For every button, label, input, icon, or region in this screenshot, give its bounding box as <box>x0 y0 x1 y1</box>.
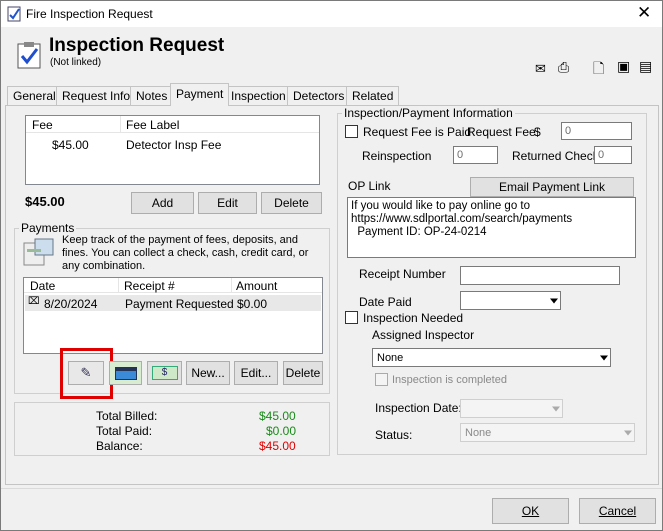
page-title: Inspection Request <box>49 35 225 56</box>
receipt-column-header[interactable]: Receipt # <box>124 279 175 293</box>
request-fee-input[interactable]: 0 <box>561 122 632 140</box>
inspection-completed-checkbox[interactable] <box>375 373 388 386</box>
inspection-needed-label: Inspection Needed <box>363 311 464 325</box>
reinspection-label: Reinspection <box>362 149 432 163</box>
tab-inspection[interactable]: Inspection <box>225 86 292 105</box>
save-icon[interactable]: ▣ <box>617 58 630 75</box>
date-column-header[interactable]: Date <box>30 279 55 293</box>
status-value: None <box>465 426 492 439</box>
cash-icon: $ <box>151 366 178 380</box>
totals-panel: Total Billed: $45.00 Total Paid: $0.00 B… <box>14 402 330 456</box>
new-document-icon[interactable]: 🗋 <box>593 58 604 82</box>
save-close-icon[interactable]: ▤ <box>639 58 652 75</box>
assigned-inspector-select[interactable]: None <box>372 348 611 367</box>
new-payment-button[interactable]: New... <box>186 361 230 385</box>
title-bar: Fire Inspection Request ✕ <box>1 1 662 27</box>
request-fee-label: Request Fee <box>467 125 536 139</box>
chevron-down-icon <box>552 406 560 411</box>
balance-label: Balance: <box>96 439 143 453</box>
fee-label-cell[interactable]: Detector Insp Fee <box>126 138 221 152</box>
reinspection-input[interactable]: 0 <box>453 146 498 164</box>
inspection-needed-checkbox[interactable] <box>345 311 358 324</box>
tab-general[interactable]: General <box>7 86 62 105</box>
tab-request-info[interactable]: Request Info <box>56 86 137 105</box>
receipt-number-label: Receipt Number <box>359 267 446 281</box>
chevron-down-icon <box>600 355 608 360</box>
inspection-completed-label: Inspection is completed <box>392 374 507 386</box>
date-paid-picker[interactable] <box>460 291 561 310</box>
returned-check-input[interactable]: 0 <box>594 146 632 164</box>
check-pencil-icon: ✎ <box>80 365 92 380</box>
payment-receipt-cell: Payment Requested <box>125 297 234 311</box>
total-billed-value: $45.00 <box>259 409 296 423</box>
ok-button[interactable]: OK <box>492 498 569 524</box>
fee-amount-cell[interactable]: $45.00 <box>52 138 89 152</box>
status-select[interactable]: None <box>460 423 635 442</box>
cash-payment-button[interactable]: $ <box>147 361 182 385</box>
payments-info-text: Keep track of the payment of fees, depos… <box>62 234 309 272</box>
footer-divider <box>1 488 662 489</box>
returned-check-label: Returned Check <box>512 149 599 163</box>
fees-list[interactable]: Fee Fee Label $45.00 Detector Insp Fee <box>25 115 320 185</box>
tab-notes[interactable]: Notes <box>130 86 174 105</box>
total-paid-value: $0.00 <box>266 424 297 438</box>
total-paid-label: Total Paid: <box>96 424 153 438</box>
credit-card-icon <box>114 366 137 380</box>
table-row[interactable]: ⌧ 8/20/2024 Payment Requested $0.00 <box>25 295 321 311</box>
receipt-number-input[interactable] <box>460 266 620 285</box>
assigned-inspector-value: None <box>377 351 404 364</box>
payments-illustration-icon <box>23 238 54 266</box>
tab-related[interactable]: Related <box>346 86 400 105</box>
tab-payment[interactable]: Payment <box>170 83 230 106</box>
link-status: (Not linked) <box>50 57 102 68</box>
request-fee-paid-checkbox[interactable] <box>345 125 358 138</box>
fee-total: $45.00 <box>25 194 65 209</box>
request-fee-paid-label: Request Fee is Paid <box>363 125 472 139</box>
delete-payment-button[interactable]: Delete <box>283 361 323 385</box>
payment-date-cell: 8/20/2024 <box>44 297 98 311</box>
payment-amount-cell: $0.00 <box>237 297 268 311</box>
clipboard-check-icon <box>17 42 41 69</box>
close-icon[interactable]: ✕ <box>637 3 651 23</box>
op-link-text[interactable]: If you would like to pay online go to ht… <box>347 197 636 258</box>
balance-value: $45.00 <box>259 439 296 453</box>
payments-header: Date Receipt # Amount <box>24 278 322 293</box>
payment-request-icon: ⌧ <box>28 296 40 307</box>
inspection-payment-group-label: Inspection/Payment Information <box>342 106 515 120</box>
edit-payment-button[interactable]: Edit... <box>234 361 278 385</box>
inspection-date-picker[interactable] <box>460 399 563 418</box>
edit-fee-button[interactable]: Edit <box>198 192 257 214</box>
credit-card-payment-button[interactable] <box>109 361 142 385</box>
fee-column-header[interactable]: Fee <box>32 118 53 132</box>
add-fee-button[interactable]: Add <box>131 192 194 214</box>
dialog-window: Fire Inspection Request ✕ Inspection Req… <box>0 0 663 531</box>
check-payment-button[interactable]: ✎ <box>68 361 104 385</box>
app-icon <box>7 6 21 22</box>
currency-symbol: $ <box>534 125 541 139</box>
chevron-down-icon <box>550 298 558 303</box>
inspection-date-label: Inspection Date: <box>375 401 462 415</box>
status-label: Status: <box>375 428 413 442</box>
fee-label-column-header[interactable]: Fee Label <box>126 118 179 132</box>
cancel-button[interactable]: Cancel <box>579 498 656 524</box>
payments-list[interactable]: Date Receipt # Amount ⌧ 8/20/2024 Paymen… <box>23 277 323 354</box>
email-payment-link-button[interactable]: Email Payment Link <box>470 177 634 197</box>
op-link-label: OP Link <box>348 179 391 193</box>
payments-group-label: Payments <box>19 221 77 235</box>
email-icon[interactable]: ✉ <box>535 61 546 77</box>
delete-fee-button[interactable]: Delete <box>261 192 322 214</box>
print-icon[interactable]: ⎙ <box>558 59 569 76</box>
assigned-inspector-label: Assigned Inspector <box>372 328 475 342</box>
window-title: Fire Inspection Request <box>26 7 153 21</box>
chevron-down-icon <box>624 430 632 435</box>
total-billed-label: Total Billed: <box>96 409 158 423</box>
tab-detectors[interactable]: Detectors <box>287 86 351 105</box>
fees-header: Fee Fee Label <box>26 116 319 133</box>
amount-column-header[interactable]: Amount <box>236 279 277 293</box>
date-paid-label: Date Paid <box>359 295 412 309</box>
